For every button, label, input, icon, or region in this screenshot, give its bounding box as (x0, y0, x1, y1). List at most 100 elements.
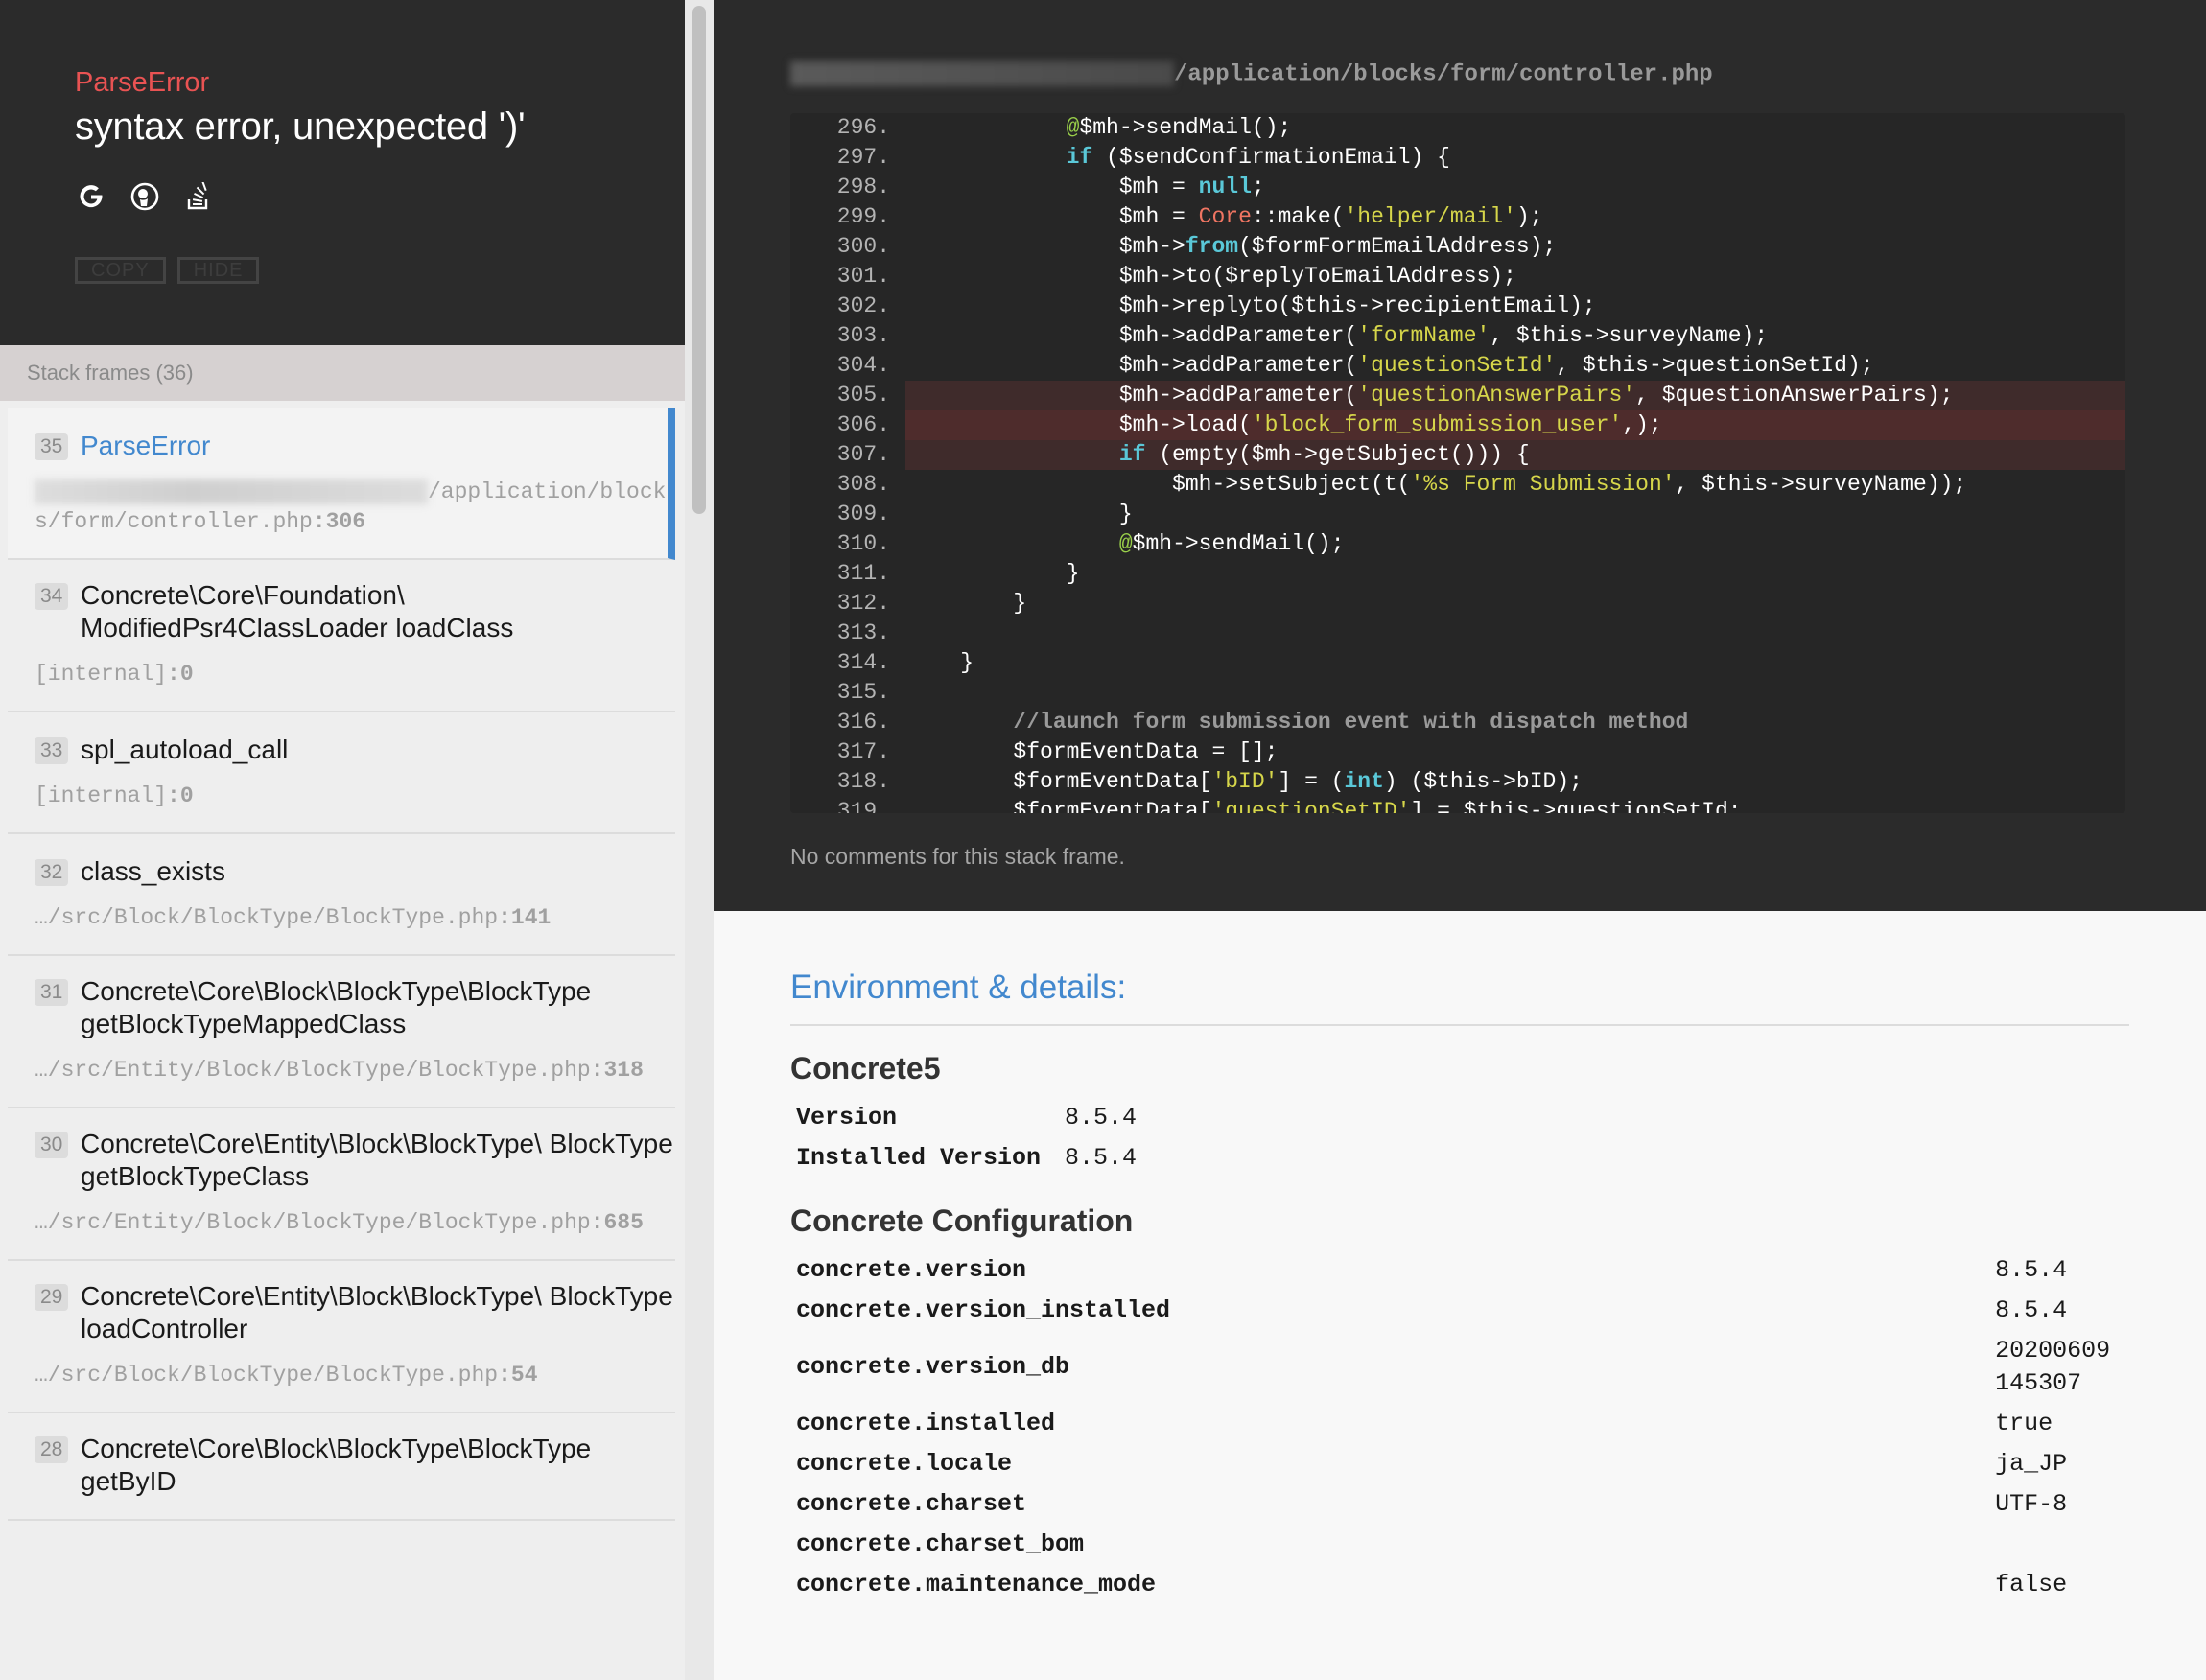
stack-frame[interactable]: 30 Concrete\Core\Entity\Block\BlockType\ … (8, 1108, 675, 1261)
frame-class: Concrete\Core\Block\BlockType\BlockType … (81, 1434, 592, 1496)
code-line: 303. $mh->addParameter('formName', $this… (790, 321, 2125, 351)
left-scrollbar-thumb[interactable] (692, 6, 706, 514)
code-line: 296. @$mh->sendMail(); (790, 113, 2125, 143)
detail-value: false (1995, 1571, 2068, 1598)
detail-row: concrete.locale ja_JP (790, 1444, 2129, 1484)
stack-frame[interactable]: 29 Concrete\Core\Entity\Block\BlockType\ … (8, 1261, 675, 1413)
frame-number: 30 (35, 1132, 69, 1158)
exception-header: ParseError syntax error, unexpected ')' … (0, 0, 685, 345)
detail-value: 20200609 145307 (1995, 1337, 2111, 1397)
stack-frame[interactable]: 34 Concrete\Core\Foundation\ ModifiedPsr4… (8, 560, 675, 712)
stack-frame[interactable]: 31 Concrete\Core\Block\BlockType\BlockTyp… (8, 956, 675, 1108)
stackoverflow-icon[interactable] (182, 180, 215, 213)
stack-frame[interactable]: 28 Concrete\Core\Block\BlockType\BlockTyp… (8, 1413, 675, 1521)
frame-file: …/src/Block/BlockType/BlockType.php:141 (35, 905, 552, 930)
detail-key: Version (796, 1104, 898, 1132)
line-number: 302. (836, 293, 890, 318)
code-line: 316. //launch form submission event with… (790, 708, 2125, 737)
code-line: 314. } (790, 648, 2125, 678)
concrete5-section-title: Concrete5 (790, 1051, 941, 1085)
hide-button[interactable]: HIDE (176, 257, 260, 284)
code-line: 301. $mh->to($replyToEmailAddress); (790, 262, 2125, 292)
code-source: $mh->addParameter('questionSetId', $this… (907, 353, 1874, 378)
frame-file: /application/blocks/form/controller.php:… (35, 478, 667, 534)
code-file-path-text: /application/blocks/form/controller.php (1174, 61, 1713, 88)
line-number: 297. (836, 145, 890, 170)
code-line: 309. } (790, 500, 2125, 529)
frame-comments: No comments for this stack frame. (790, 844, 1125, 869)
stack-frame[interactable]: 35 ParseError/application/blocks/form/con… (8, 408, 675, 560)
frame-number: 28 (35, 1436, 69, 1463)
detail-row: concrete.maintenance_mode false (790, 1565, 2129, 1605)
code-line: 310. @$mh->sendMail(); (790, 529, 2125, 559)
detail-value: 8.5.4 (1995, 1296, 2068, 1324)
line-number: 311. (836, 561, 890, 586)
code-file-path: /application/blocks/form/controller.php (790, 61, 1713, 87)
frame-class: spl_autoload_call (81, 735, 289, 764)
environment-details: Environment & details: Concrete5 Version… (790, 968, 2129, 1605)
code-source: $mh->replyto($this->recipientEmail); (907, 293, 1596, 318)
detail-value: ja_JP (1995, 1450, 2068, 1478)
code-source: $mh->load('block_form_submission_user',)… (907, 412, 1662, 437)
code-line: 306. $mh->load('block_form_submission_us… (837, 410, 2125, 440)
code-source: $mh->to($replyToEmailAddress); (907, 264, 1516, 289)
header-buttons: COPY HIDE (75, 257, 260, 284)
detail-key: concrete.charset (796, 1490, 1027, 1518)
frame-class: Concrete\Core\Foundation\ ModifiedPsr4Cl… (81, 580, 514, 642)
code-source: } (907, 650, 974, 675)
code-line: 297. if ($sendConfirmationEmail) { (790, 143, 2125, 173)
detail-key: concrete.installed (796, 1410, 1056, 1437)
search-links (75, 180, 215, 213)
stack-frame[interactable]: 33 spl_autoload_call [internal]:0 (8, 712, 675, 834)
line-number: 307. (836, 442, 890, 467)
frame-number: 29 (35, 1284, 69, 1311)
line-number: 298. (836, 175, 890, 199)
frame-number: 31 (35, 979, 69, 1006)
code-source: $mh->setSubject(t('%s Form Submission', … (907, 472, 1967, 497)
detail-key: concrete.charset_bom (796, 1530, 1085, 1558)
line-number: 317. (836, 739, 890, 764)
frame-class: Concrete\Core\Entity\Block\BlockType\ Bl… (81, 1281, 673, 1343)
code-line: 304. $mh->addParameter('questionSetId', … (790, 351, 2125, 381)
detail-row: Installed Version 8.5.4 (790, 1138, 2129, 1178)
detail-row: concrete.installed true (790, 1404, 2129, 1444)
detail-key: concrete.version_installed (796, 1296, 1171, 1324)
detail-row: concrete.charset UTF-8 (790, 1484, 2129, 1525)
line-number: 309. (836, 502, 890, 526)
config-table: concrete.version 8.5.4 concrete.version_in… (790, 1250, 2129, 1605)
duckduckgo-icon[interactable] (129, 180, 161, 213)
detail-key: concrete.version (796, 1256, 1027, 1284)
line-number: 301. (836, 264, 890, 289)
code-source: @$mh->sendMail(); (1066, 115, 1292, 140)
detail-key: Installed Version (796, 1144, 1042, 1172)
code-line: 317. $formEventData = []; (790, 737, 2125, 767)
detail-key: concrete.locale (796, 1450, 1013, 1478)
stack-frame[interactable]: 32 class_exists …/src/Block/BlockType/Bloc… (8, 834, 675, 956)
code-view: 296. @$mh->sendMail(); 297. if ($sendConf… (790, 113, 2125, 813)
detail-row: concrete.charset_bom (790, 1525, 2129, 1565)
config-section-title: Concrete Configuration (790, 1203, 1134, 1238)
code-source: if (empty($mh->getSubject())) { (1118, 442, 1530, 467)
code-line: 307. if (empty($mh->getSubject())) { (837, 440, 2125, 470)
code-source: $mh->addParameter('questionAnswerPairs',… (907, 383, 1954, 408)
detail-value: UTF-8 (1995, 1490, 2068, 1518)
line-number: 313. (836, 620, 890, 645)
google-icon[interactable] (75, 180, 107, 213)
code-line: 305. $mh->addParameter('questionAnswerPa… (837, 381, 2125, 410)
frame-number: 35 (35, 433, 69, 460)
line-number: 300. (836, 234, 890, 259)
frame-number: 33 (35, 737, 69, 764)
detail-value (1989, 1525, 2129, 1565)
line-number: 303. (836, 323, 890, 348)
code-panel: /application/blocks/form/controller.php … (714, 0, 2206, 911)
concrete5-table: Version 8.5.4 Installed Version 8.5.4 (790, 1098, 2129, 1178)
line-number: 296. (836, 115, 890, 140)
copy-button[interactable]: COPY (75, 257, 166, 284)
code-line: 299. $mh = Core::make('helper/mail'); (790, 202, 2125, 232)
frame-class: ParseError (81, 431, 211, 460)
frame-file: [internal]:0 (35, 783, 194, 808)
code-line: 318. $formEventData['bID'] = (int) ($thi… (790, 767, 2125, 797)
detail-row: concrete.version 8.5.4 (790, 1250, 2129, 1291)
code-line: 308. $mh->setSubject(t('%s Form Submissi… (790, 470, 2125, 500)
stack-frames-label: Stack frames (36) (0, 345, 685, 401)
